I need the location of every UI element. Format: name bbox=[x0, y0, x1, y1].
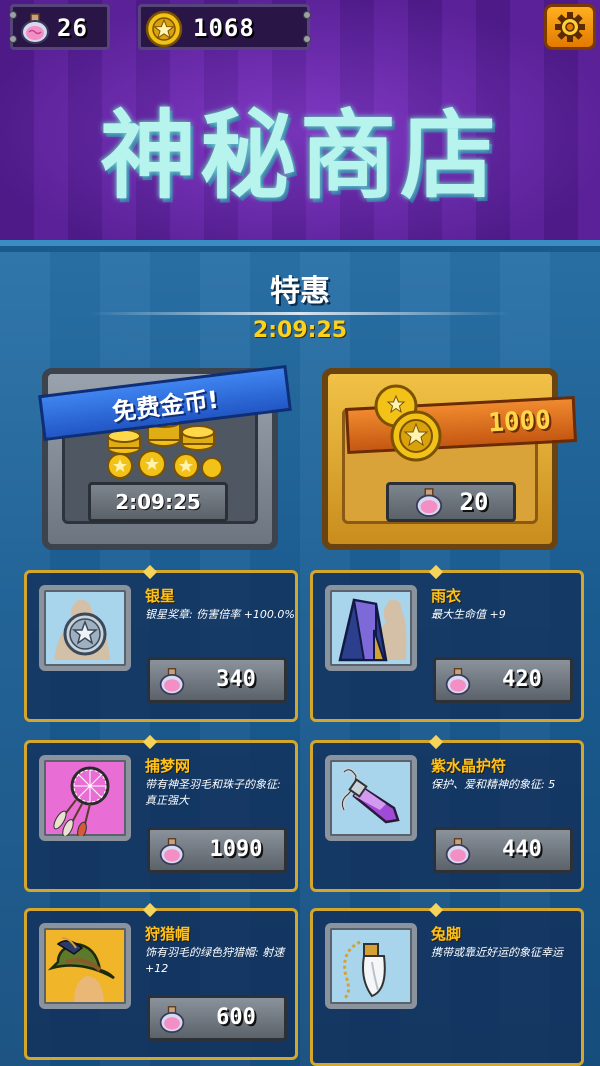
brain-potion-icon bbox=[445, 838, 471, 865]
big-coins-icon bbox=[374, 384, 442, 462]
item-card-amethyst-amulet[interactable]: 紫水晶护符 保护、爱和精神的象征: 5 440 bbox=[310, 740, 584, 892]
brain-count: 26 bbox=[57, 14, 88, 42]
deals-title: 特惠 bbox=[270, 274, 330, 309]
free-coins-timer: 2:09:25 bbox=[115, 490, 201, 514]
deals-timer: 2:09:25 bbox=[252, 318, 348, 343]
gear-icon bbox=[555, 12, 585, 42]
item-price: 420 bbox=[502, 667, 542, 692]
item-description: 带有神圣羽毛和珠子的象征: 真正强大 bbox=[145, 778, 281, 807]
brain-potion-icon bbox=[445, 668, 471, 695]
free-coins-timer-plate: 2:09:25 bbox=[88, 482, 228, 522]
raincoat-icon bbox=[338, 598, 407, 662]
free-coins-offer[interactable]: 免费金币! 2:09:25 bbox=[38, 364, 292, 550]
settings-button[interactable] bbox=[544, 4, 596, 50]
item-price: 440 bbox=[502, 837, 542, 862]
item-thumbnail bbox=[39, 755, 131, 841]
coin-pack-amount: 1000 bbox=[487, 405, 552, 439]
item-description: 最大生命值 +9 bbox=[431, 608, 506, 621]
shop-title: 神秘商店 bbox=[100, 100, 500, 212]
item-description: 银星奖章: 伤害倍率 +100.0% bbox=[145, 608, 295, 621]
buy-button[interactable]: 440 bbox=[433, 827, 573, 873]
shop-header: 26 1068 神秘商店 bbox=[0, 0, 600, 246]
item-thumbnail bbox=[325, 923, 417, 1009]
item-card-raincoat[interactable]: 雨衣 最大生命值 +9 420 bbox=[310, 570, 584, 722]
buy-button[interactable]: 420 bbox=[433, 657, 573, 703]
item-name: 银星 bbox=[145, 587, 176, 605]
item-name: 捕梦网 bbox=[145, 757, 191, 775]
item-thumbnail bbox=[325, 585, 417, 671]
coin-pack-price: 20 bbox=[459, 488, 489, 516]
item-name: 雨衣 bbox=[431, 587, 462, 605]
item-description: 携带或靠近好运的象征幸运 bbox=[431, 946, 563, 959]
coin-pack-buy-button[interactable]: 20 bbox=[386, 482, 516, 522]
coin-pack-offer[interactable]: 1000 20 bbox=[322, 368, 578, 550]
free-coins-label: 免费金币! bbox=[110, 385, 221, 426]
brain-potion-icon bbox=[159, 838, 185, 865]
item-card-rabbit-foot[interactable]: 兔脚 携带或靠近好运的象征幸运 bbox=[310, 908, 584, 1066]
buy-button[interactable]: 1090 bbox=[147, 827, 287, 873]
item-card-dreamcatcher[interactable]: 捕梦网 带有神圣羽毛和珠子的象征: 真正强大 1090 bbox=[24, 740, 298, 892]
brain-potion-icon bbox=[21, 13, 49, 44]
item-price: 340 bbox=[216, 667, 256, 692]
gold-coin-icon bbox=[145, 10, 183, 48]
brain-potion-icon bbox=[415, 488, 442, 517]
coin-count: 1068 bbox=[193, 14, 255, 42]
item-card-hunting-hat[interactable]: 狩猎帽 饰有羽毛的绿色狩猎帽: 射速 +12 600 bbox=[24, 908, 298, 1060]
brain-counter: 26 bbox=[9, 4, 110, 50]
item-description: 饰有羽毛的绿色狩猎帽: 射速 +12 bbox=[145, 946, 285, 975]
item-thumbnail bbox=[325, 755, 417, 841]
hunting-hat-icon bbox=[47, 937, 115, 1002]
silver-star-icon bbox=[54, 599, 110, 660]
rabbit-foot-icon bbox=[343, 940, 386, 1000]
item-description: 保护、爱和精神的象征: 5 bbox=[431, 778, 556, 791]
item-name: 兔脚 bbox=[431, 925, 462, 943]
item-card-silver-star[interactable]: 银星 银星奖章: 伤害倍率 +100.0% 340 bbox=[24, 570, 298, 722]
divider-left bbox=[90, 312, 300, 315]
dreamcatcher-icon bbox=[53, 766, 110, 839]
item-thumbnail bbox=[39, 585, 131, 671]
brain-potion-icon bbox=[159, 668, 185, 695]
divider-right bbox=[300, 312, 510, 315]
amethyst-amulet-icon bbox=[340, 767, 400, 824]
buy-button[interactable]: 340 bbox=[147, 657, 287, 703]
item-name: 紫水晶护符 bbox=[431, 757, 507, 775]
item-name: 狩猎帽 bbox=[145, 925, 191, 943]
item-price: 600 bbox=[216, 1005, 256, 1030]
item-price: 1090 bbox=[209, 837, 263, 862]
brain-potion-icon bbox=[159, 1006, 185, 1033]
coin-counter: 1068 bbox=[138, 4, 311, 50]
item-thumbnail bbox=[39, 923, 131, 1009]
buy-button[interactable]: 600 bbox=[147, 995, 287, 1041]
